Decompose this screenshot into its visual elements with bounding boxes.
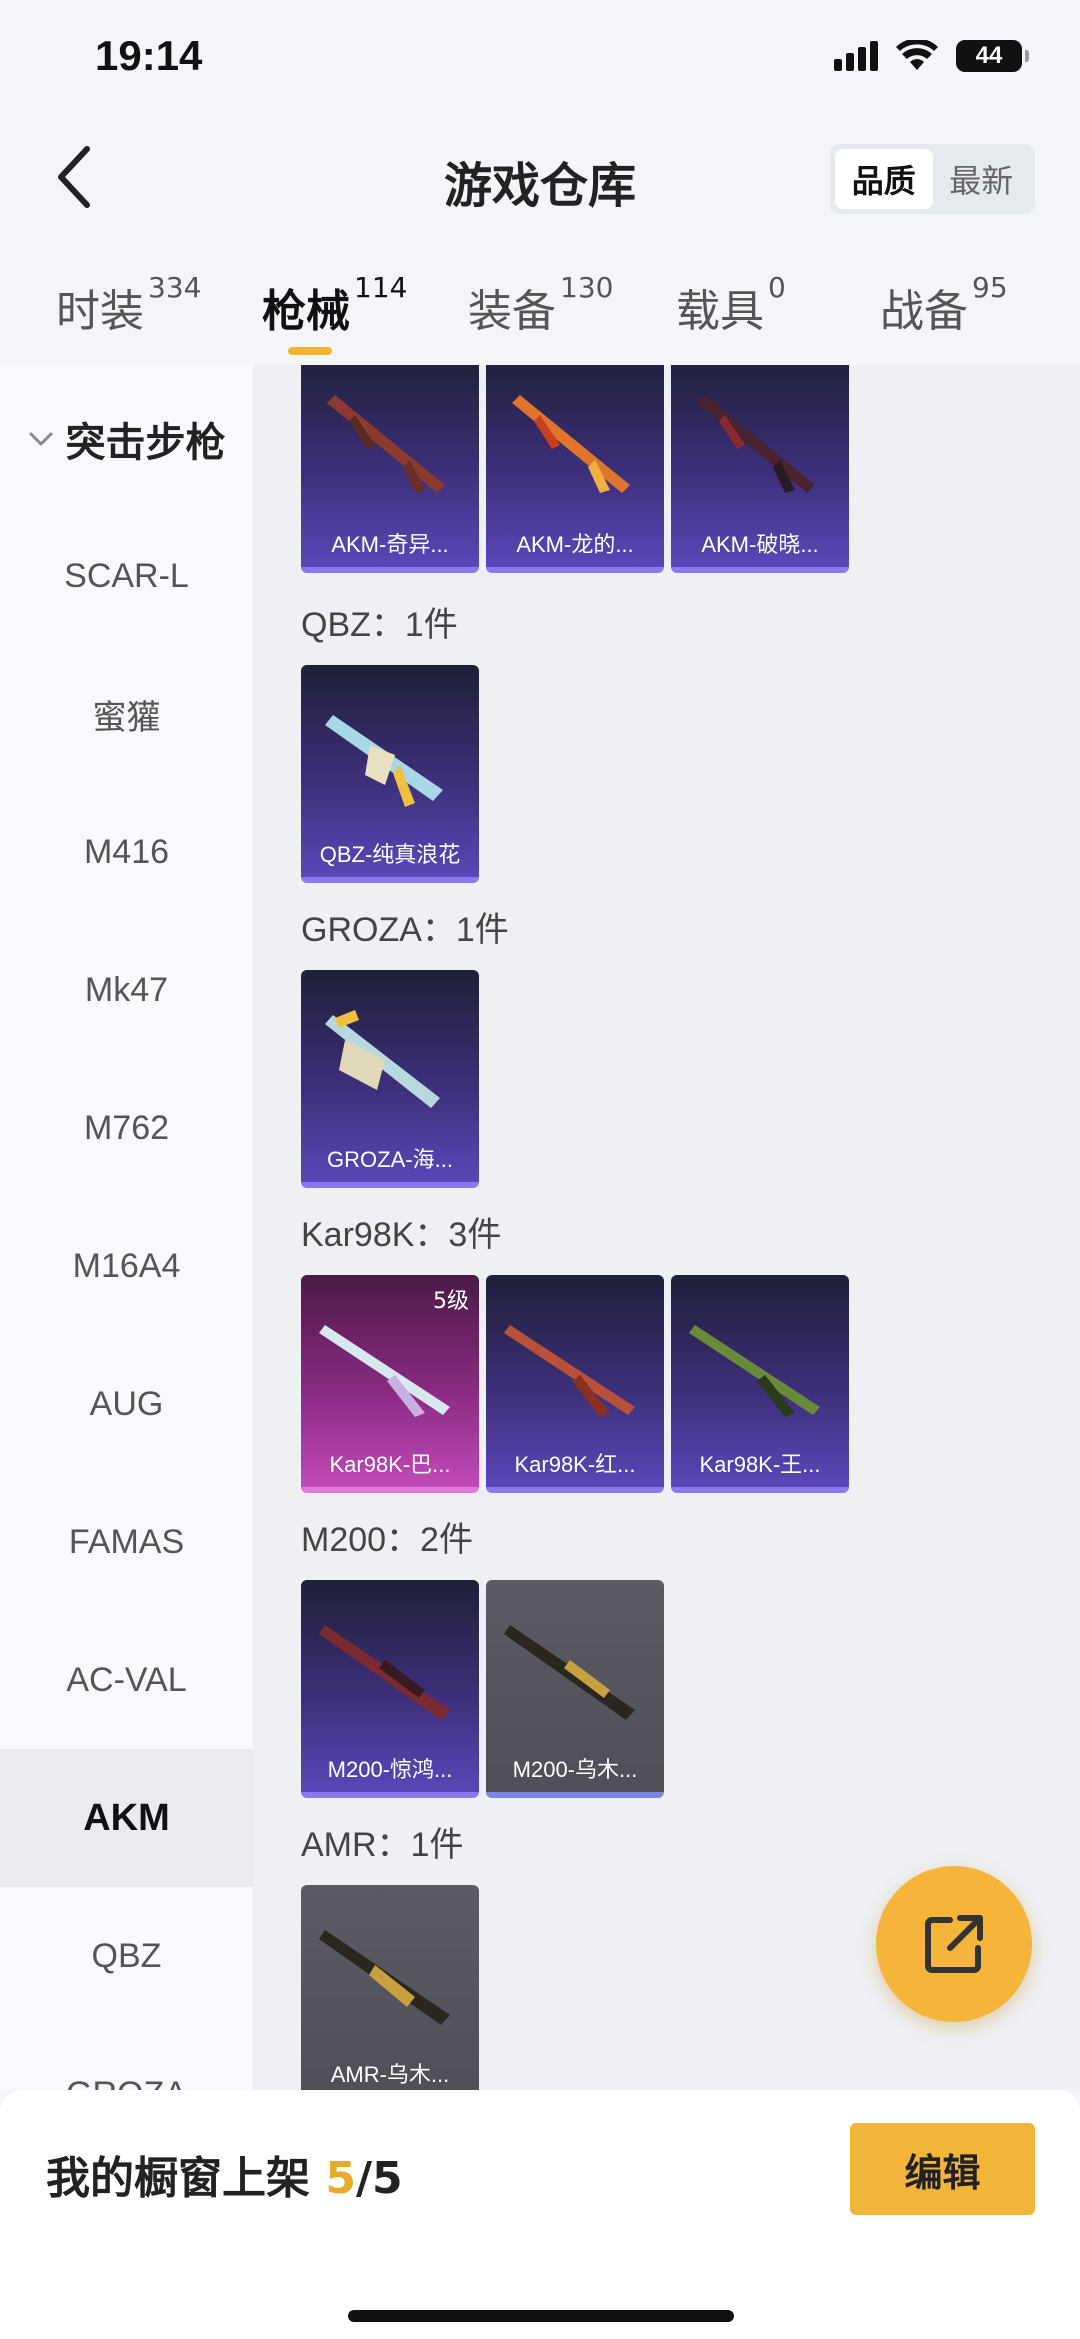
group-label-kar98k: Kar98K：3件: [301, 1216, 502, 1254]
weapon-card[interactable]: 5级 Kar98K-巴...: [301, 1275, 479, 1493]
signal-icon: [834, 41, 878, 71]
share-button[interactable]: [876, 1866, 1032, 2022]
group-label-groza: GROZA：1件: [301, 911, 509, 949]
tab-fashion[interactable]: 时装 334: [56, 271, 201, 339]
weapon-grid: AKM-奇异... AKM-龙的... AKM-破晓... QBZ：1件 QBZ…: [253, 365, 1080, 2090]
sniper-rifle-icon: [319, 1625, 450, 1720]
showcase-bar: 我的橱窗上架 5/5 编辑: [0, 2090, 1080, 2339]
tab-label: 载具: [676, 286, 764, 337]
status-icons: 44: [834, 40, 1029, 72]
weapon-card-name: Kar98K-巴...: [329, 1452, 451, 1477]
wifi-icon: [896, 40, 938, 70]
tab-equipment[interactable]: 装备 130: [468, 271, 613, 339]
tab-supplies[interactable]: 战备 95: [880, 271, 1008, 339]
share-icon: [925, 1915, 983, 1973]
sidebar-item-scar-l[interactable]: SCAR-L: [0, 507, 253, 645]
weapon-card-name: QBZ-纯真浪花: [319, 842, 461, 867]
sidebar-item-ac-val[interactable]: AC-VAL: [0, 1611, 253, 1749]
tab-label: 装备: [468, 286, 556, 337]
sort-quality-option[interactable]: 品质: [835, 149, 933, 209]
sidebar-item-groza[interactable]: GROZA: [0, 2025, 253, 2091]
weapon-card[interactable]: M200-乌木...: [486, 1580, 664, 1798]
tab-count: 334: [148, 271, 202, 304]
showcase-status: 我的橱窗上架 5/5: [46, 2142, 403, 2206]
weapon-card[interactable]: Kar98K-王...: [671, 1275, 849, 1493]
showcase-total: /5: [355, 2153, 403, 2204]
weapon-card[interactable]: AMR-乌木...: [301, 1885, 479, 2090]
home-indicator: [348, 2310, 734, 2322]
header: 游戏仓库 品质 最新: [0, 120, 1080, 240]
weapon-card-name: AKM-奇异...: [331, 532, 449, 557]
rifle-icon: [512, 395, 630, 493]
weapon-card[interactable]: Kar98K-红...: [486, 1275, 664, 1493]
weapon-card-name: GROZA-海...: [327, 1147, 453, 1172]
rifle-icon: [689, 1325, 820, 1417]
showcase-label: 我的橱窗上架: [46, 2153, 310, 2204]
sidebar-item-honey-badger[interactable]: 蜜獾: [0, 645, 253, 783]
tab-label: 战备: [880, 286, 968, 337]
sidebar-item-mk47[interactable]: Mk47: [0, 921, 253, 1059]
weapon-card[interactable]: GROZA-海...: [301, 970, 479, 1188]
weapon-card[interactable]: M200-惊鸿...: [301, 1580, 479, 1798]
rifle-icon: [325, 1010, 440, 1108]
sidebar-item-aug[interactable]: AUG: [0, 1335, 253, 1473]
status-time: 19:14: [95, 32, 203, 79]
tab-count: 0: [768, 271, 786, 304]
sidebar-group-label: 突击步枪: [65, 420, 226, 466]
weapon-card[interactable]: AKM-破晓...: [671, 365, 849, 573]
weapon-card-name: AKM-破晓...: [701, 532, 819, 557]
weapon-card-name: AKM-龙的...: [516, 532, 634, 557]
group-label-amr: AMR：1件: [301, 1826, 464, 1864]
tab-count: 95: [972, 271, 1008, 304]
sidebar-item-m416[interactable]: M416: [0, 783, 253, 921]
tab-label: 枪械: [262, 286, 350, 337]
sort-newest-option[interactable]: 最新: [933, 149, 1031, 209]
tab-indicator: [288, 347, 332, 355]
battery-icon: 44: [956, 40, 1029, 72]
tab-count: 114: [354, 271, 408, 304]
sniper-rifle-icon: [504, 1625, 635, 1720]
chevron-down-icon: [29, 432, 52, 446]
group-label-qbz: QBZ：1件: [301, 606, 458, 644]
rifle-icon: [697, 395, 815, 493]
sidebar-group-assault-rifles[interactable]: 突击步枪: [0, 365, 253, 513]
weapon-card[interactable]: QBZ-纯真浪花: [301, 665, 479, 883]
status-bar: 19:14 44: [0, 0, 1080, 120]
sidebar-item-famas[interactable]: FAMAS: [0, 1473, 253, 1611]
sniper-rifle-icon: [319, 1930, 450, 2025]
rifle-icon: [504, 1325, 635, 1417]
weapon-card-name: Kar98K-王...: [699, 1452, 821, 1477]
group-label-m200: M200：2件: [301, 1521, 473, 1559]
sidebar-item-akm[interactable]: AKM: [0, 1749, 253, 1887]
tab-guns[interactable]: 枪械 114: [262, 271, 407, 339]
rifle-icon: [325, 715, 443, 807]
rifle-icon: [327, 395, 445, 493]
weapon-card[interactable]: AKM-奇异...: [301, 365, 479, 573]
weapon-card-name: M200-乌木...: [512, 1757, 638, 1782]
weapon-card-name: AMR-乌木...: [330, 2062, 450, 2087]
sidebar-item-qbz[interactable]: QBZ: [0, 1887, 253, 2025]
weapon-card-name: M200-惊鸿...: [327, 1757, 453, 1782]
sidebar-item-m762[interactable]: M762: [0, 1059, 253, 1197]
category-tabs: 时装 334 枪械 114 装备 130 载具 0 战备 95: [0, 265, 1080, 365]
tab-label: 时装: [56, 286, 144, 337]
weapon-card-name: Kar98K-红...: [514, 1452, 636, 1477]
weapon-sidebar: 突击步枪 SCAR-L 蜜獾 M416 Mk47 M762 M16A4 AUG …: [0, 365, 253, 2090]
edit-button[interactable]: 编辑: [850, 2123, 1035, 2215]
tab-vehicles[interactable]: 载具 0: [676, 271, 786, 339]
weapon-card[interactable]: AKM-龙的...: [486, 365, 664, 573]
sort-toggle: 品质 最新: [830, 144, 1035, 214]
showcase-current: 5: [325, 2153, 356, 2204]
rifle-icon: [319, 1325, 450, 1417]
tab-count: 130: [560, 271, 614, 304]
sidebar-item-m16a4[interactable]: M16A4: [0, 1197, 253, 1335]
